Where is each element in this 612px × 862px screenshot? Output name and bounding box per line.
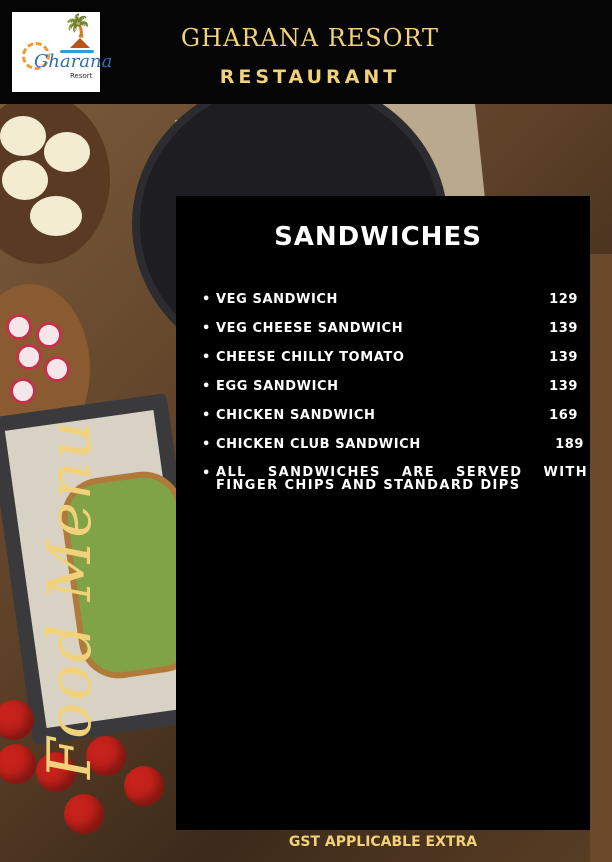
radish-slice [6, 314, 32, 340]
list-item: CHICKEN SANDWICH 169 [202, 408, 590, 437]
list-item: EGG SANDWICH 139 [202, 379, 590, 408]
tomato [124, 766, 164, 806]
menu-panel: SANDWICHES VEG SANDWICH 129 VEG CHEESE S… [176, 196, 590, 830]
item-price: 139 [549, 379, 578, 394]
tomato [0, 744, 36, 784]
list-item: VEG CHEESE SANDWICH 139 [202, 321, 590, 350]
palm-tree-icon: 🌴 [64, 14, 92, 39]
egg [44, 132, 90, 172]
item-price: 139 [549, 350, 578, 365]
item-price: 129 [549, 292, 578, 307]
item-name: VEG SANDWICH [216, 292, 339, 307]
serving-note: ALL SANDWICHES ARE SERVED WITH FINGER CH… [202, 466, 590, 492]
list-item: VEG SANDWICH 129 [202, 292, 590, 321]
wood-edge [590, 254, 612, 862]
resort-name: GHARANA RESORT [180, 24, 440, 52]
menu-item-list: VEG SANDWICH 129 VEG CHEESE SANDWICH 139… [202, 292, 590, 492]
item-name: VEG CHEESE SANDWICH [216, 321, 404, 336]
item-name: EGG SANDWICH [216, 379, 339, 394]
section-title: SANDWICHES [274, 222, 482, 252]
logo-script: Gharana [34, 51, 113, 72]
item-price: 169 [549, 408, 578, 423]
list-item: CHICKEN CLUB SANDWICH 189 [202, 437, 590, 466]
restaurant-subtitle: RESTAURANT [219, 66, 401, 88]
egg [30, 196, 82, 236]
serving-note-text: ALL SANDWICHES ARE SERVED WITH FINGER CH… [216, 465, 588, 493]
resort-logo: 🌴 Gharana Resort [12, 12, 112, 92]
header: 🌴 Gharana Resort GHARANA RESORT RESTAURA… [0, 0, 612, 104]
item-name: CHICKEN SANDWICH [216, 408, 376, 423]
item-name: CHEESE CHILLY TOMATO [216, 350, 405, 365]
item-name: CHICKEN CLUB SANDWICH [216, 437, 421, 452]
egg [0, 116, 46, 156]
list-item: CHEESE CHILLY TOMATO 139 [202, 350, 590, 379]
hut-icon [70, 38, 90, 48]
gst-footer: GST APPLICABLE EXTRA [288, 834, 478, 850]
egg [2, 160, 48, 200]
radish-slice [10, 378, 36, 404]
item-price: 189 [555, 437, 584, 452]
logo-subtext: Resort [70, 72, 93, 80]
item-price: 139 [549, 321, 578, 336]
tomato [0, 700, 34, 740]
food-menu-side-title: Food Menu [35, 418, 105, 780]
